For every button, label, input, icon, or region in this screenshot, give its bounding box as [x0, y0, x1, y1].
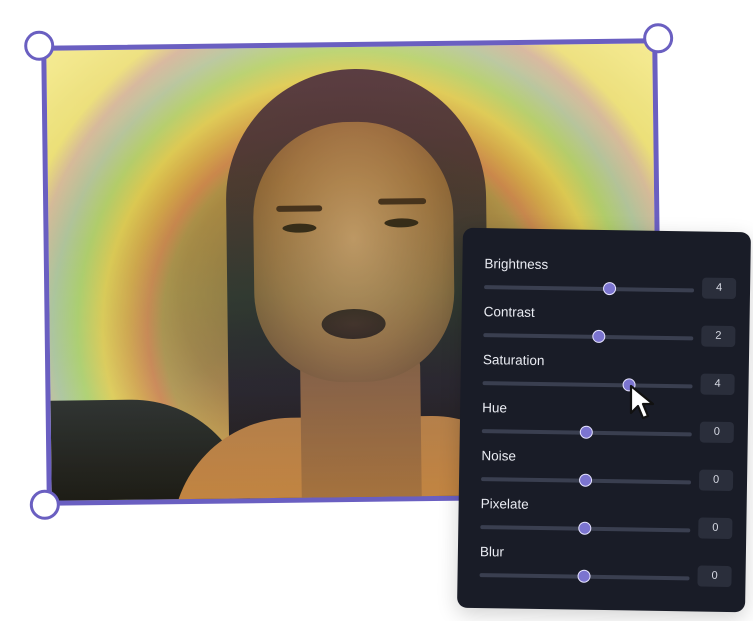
slider-row-blur: Blur 0 — [479, 544, 732, 594]
slider-value-field[interactable]: 2 — [701, 325, 736, 348]
slider-label: Saturation — [482, 352, 545, 369]
resize-handle-top-right[interactable] — [642, 23, 674, 54]
slider-label: Pixelate — [480, 496, 529, 512]
slider-label: Blur — [479, 544, 505, 560]
slider-value-field[interactable]: 4 — [701, 277, 737, 300]
slider-row-brightness: Brightness 4 — [484, 256, 737, 306]
pointer-cursor-icon — [629, 384, 655, 420]
slider-row-contrast: Contrast 2 — [483, 304, 736, 354]
slider-row-noise: Noise 0 — [481, 448, 734, 498]
resize-handle-top-left[interactable] — [24, 30, 55, 61]
noise-slider[interactable] — [481, 473, 692, 487]
slider-value-field[interactable]: 4 — [700, 373, 735, 396]
blur-slider[interactable] — [479, 569, 690, 583]
slider-value-field[interactable]: 0 — [699, 421, 734, 444]
contrast-slider[interactable] — [483, 329, 694, 344]
slider-label: Hue — [482, 400, 508, 416]
slider-row-hue: Hue 0 — [481, 400, 735, 450]
slider-label: Contrast — [483, 304, 535, 320]
slider-label: Brightness — [484, 256, 549, 273]
slider-row-saturation: Saturation 4 — [482, 352, 735, 402]
slider-knob[interactable] — [579, 425, 593, 439]
adjustments-panel: Brightness 4 Contrast 2 Saturation 4 Hue… — [457, 227, 751, 613]
slider-knob[interactable] — [591, 329, 605, 344]
slider-row-pixelate: Pixelate 0 — [480, 496, 733, 546]
slider-knob[interactable] — [602, 281, 617, 296]
hue-slider[interactable] — [481, 425, 692, 439]
slider-knob[interactable] — [578, 473, 593, 487]
slider-value-field[interactable]: 0 — [698, 469, 734, 492]
slider-label: Noise — [481, 448, 517, 464]
slider-knob[interactable] — [578, 521, 592, 535]
resize-handle-bottom-left[interactable] — [29, 489, 61, 520]
slider-value-field[interactable]: 0 — [697, 565, 732, 588]
slider-value-field[interactable]: 0 — [698, 517, 733, 540]
pixelate-slider[interactable] — [480, 521, 691, 535]
slider-knob[interactable] — [577, 569, 591, 583]
brightness-slider[interactable] — [484, 281, 695, 296]
